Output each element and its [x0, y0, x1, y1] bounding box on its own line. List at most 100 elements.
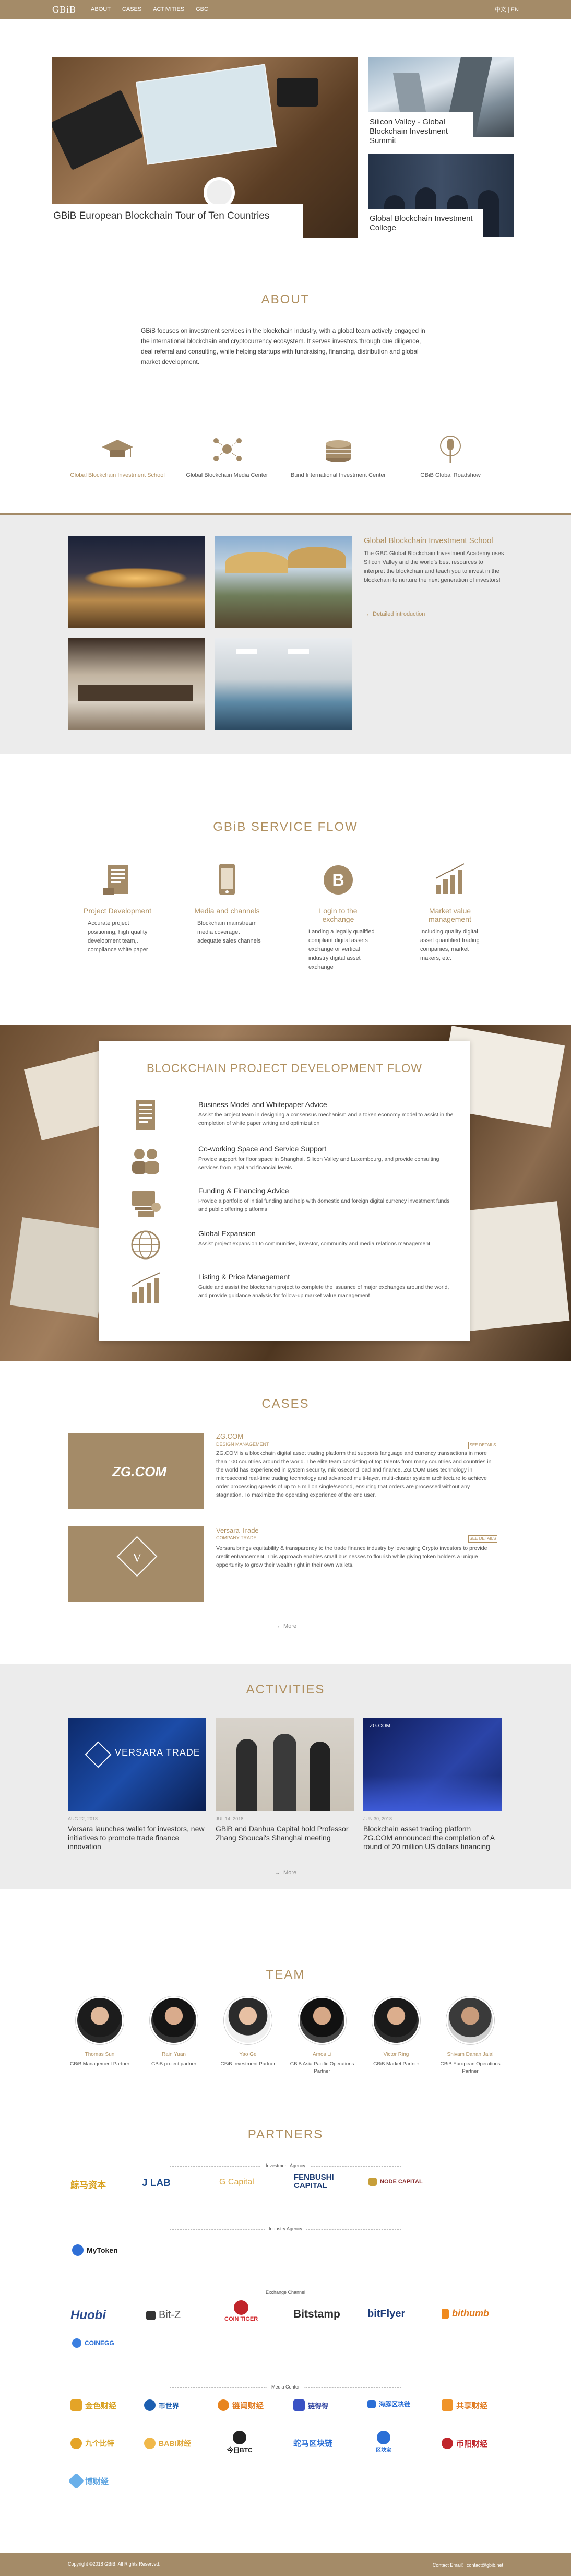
school-photo-4[interactable]	[215, 638, 352, 730]
see-details-button[interactable]: SEE DETAILS	[468, 1442, 497, 1449]
partner-logo[interactable]: 九个比特	[70, 2438, 114, 2449]
partner-logo[interactable]: MyToken	[72, 2244, 118, 2256]
partner-logo[interactable]: Huobi	[70, 2308, 106, 2323]
hero-side-caption-summit[interactable]: Silicon Valley - Global Blockchain Inves…	[368, 112, 473, 145]
partner-name: bithumb	[452, 2308, 489, 2319]
coin-tiger-logo-icon	[234, 2300, 249, 2315]
partner-logo[interactable]: 海豚区块链	[367, 2399, 410, 2408]
partner-logo[interactable]: Bitstamp	[293, 2308, 340, 2321]
partner-logo[interactable]: 博财经	[68, 2473, 109, 2489]
partner-logo[interactable]: 金色财经	[70, 2399, 116, 2411]
partner-logo[interactable]: 蛇马区块链	[293, 2438, 332, 2449]
partner-name: G Capital	[219, 2178, 254, 2186]
case-description: ZG.COM is a blockchain digital asset tra…	[216, 1450, 492, 1498]
partner-logo[interactable]: Bit-Z	[146, 2309, 181, 2321]
school-description: The GBC Global Blockchain Investment Aca…	[364, 550, 504, 583]
partner-logo[interactable]: NODE CAPITAL	[368, 2178, 423, 2186]
partner-logo[interactable]: COIN TIGER	[224, 2300, 258, 2322]
school-photo-3[interactable]	[68, 638, 205, 730]
globe-icon	[128, 1227, 163, 1263]
service-item[interactable]: Project Development Accurate project pos…	[84, 862, 188, 955]
partner-logo[interactable]: FENBUSHI CAPITAL	[294, 2173, 351, 2190]
partner-logo[interactable]: 币阳财经	[442, 2438, 487, 2449]
partner-name: Bitstamp	[293, 2308, 340, 2320]
team-member-role: GBiB Investment Partner	[220, 2061, 276, 2067]
nav-item-cases[interactable]: CASES	[122, 6, 141, 13]
case-name[interactable]: ZG.COM	[216, 1432, 243, 1440]
partner-logo[interactable]: 链得得	[293, 2399, 328, 2411]
partner-category-label: Investment Agency	[261, 2163, 310, 2168]
network-icon	[209, 433, 245, 465]
see-details-button[interactable]: SEE DETAILS	[468, 1535, 497, 1543]
service-item-title: Market value management	[429, 907, 471, 923]
partner-name: Huobi	[70, 2308, 106, 2322]
case-image-versara[interactable]: V	[68, 1526, 204, 1602]
node-logo-icon	[368, 2178, 377, 2186]
nav-item-gbc[interactable]: GBC	[196, 6, 208, 13]
nav-item-about[interactable]: ABOUT	[91, 6, 111, 13]
school-detail-link[interactable]: → Detailed introduction	[364, 611, 425, 617]
site-logo[interactable]: GBiB	[52, 4, 76, 15]
feature-roadshow[interactable]: GBiB Global Roadshow	[401, 433, 500, 478]
team-member-role: GBiB project partner	[151, 2061, 197, 2067]
top-navbar: GBiB ABOUT CASES ACTIVITIES GBC 中文 | EN	[0, 0, 571, 19]
partner-logo[interactable]: 币世界	[144, 2399, 179, 2411]
team-member-name: Amos Li	[312, 2052, 332, 2057]
feature-bund-center[interactable]: Bund International Investment Center	[289, 433, 388, 478]
team-member[interactable]: Victor Ring GBiB Market Partner	[362, 1996, 430, 2068]
partner-logo[interactable]: G Capital	[219, 2178, 254, 2187]
team-member[interactable]: Rain Yuan GBiB project partner	[140, 1996, 208, 2068]
partner-logo[interactable]: J LAB	[142, 2178, 171, 2189]
feature-investment-school[interactable]: Global Blockchain Investment School	[68, 433, 167, 478]
partner-logo[interactable]: 共享财经	[442, 2399, 487, 2411]
case-subtitle: DESIGN MANAGEMENT	[216, 1442, 269, 1447]
partner-name: 金色财经	[85, 2401, 117, 2410]
partner-logo[interactable]: bithumb	[442, 2308, 489, 2319]
partner-name: NODE CAPITAL	[380, 2179, 423, 2185]
partner-logo[interactable]: 今日BTC	[227, 2431, 253, 2454]
footer-contact-email[interactable]: Contact Email：contact@gbib.net	[433, 2561, 503, 2568]
document-icon	[128, 1098, 163, 1134]
cases-more-link[interactable]: → More	[0, 1623, 571, 1629]
partner-name: Bit-Z	[159, 2309, 181, 2321]
feature-media-center[interactable]: Global Blockchain Media Center	[177, 433, 277, 478]
case-image-zg[interactable]: ZG.COM	[68, 1433, 204, 1509]
activity-title: Blockchain asset trading platform ZG.COM…	[363, 1825, 495, 1851]
team-member[interactable]: Thomas Sun GBiB Management Partner	[66, 1996, 134, 2068]
school-photo-1[interactable]	[68, 536, 205, 628]
partner-logo[interactable]: BABI财经	[144, 2438, 191, 2449]
partner-logo[interactable]: 链闻财经	[218, 2399, 264, 2411]
activity-card[interactable]: JUL 14, 2018 GBiB and Danhua Capital hol…	[216, 1718, 354, 1842]
activities-more-link[interactable]: → More	[0, 1869, 571, 1876]
partner-name: 链闻财经	[232, 2401, 264, 2410]
partner-logo[interactable]: bitFlyer	[367, 2308, 405, 2320]
team-member-name: Yao Ge	[239, 2052, 257, 2057]
partner-logo[interactable]: COINEGG	[72, 2338, 114, 2348]
avatar	[76, 1996, 124, 2044]
partner-category: Investment Agency	[170, 2163, 401, 2169]
service-item[interactable]: Media and channels Blockchain mainstream…	[193, 862, 298, 946]
team-member[interactable]: Shivam Danan Jalal GBiB European Operati…	[436, 1996, 504, 2075]
service-item[interactable]: B Login to the exchange Landing a legall…	[304, 862, 409, 972]
activity-card[interactable]: ZG.COM JUN 30, 2018 Blockchain asset tra…	[363, 1718, 502, 1851]
hero-side-caption-college[interactable]: Global Blockchain Investment College	[368, 209, 483, 238]
hero-main-caption[interactable]: GBiB European Blockchain Tour of Ten Cou…	[52, 204, 303, 238]
partner-logo[interactable]: 鲸马资本	[70, 2178, 106, 2191]
partner-name: 今日BTC	[227, 2446, 253, 2454]
service-item-desc: Including quality digital asset quantifi…	[420, 928, 480, 961]
coins-icon	[320, 433, 356, 465]
partner-logo[interactable]: 区块宝	[376, 2431, 391, 2453]
devflow-step-desc: Guide and assist the blockchain project …	[198, 1284, 449, 1299]
partner-name: 九个比特	[85, 2439, 114, 2448]
partner-name: bitFlyer	[367, 2308, 406, 2320]
service-item[interactable]: Market value management Including qualit…	[416, 862, 520, 963]
language-switch[interactable]: 中文 | EN	[495, 5, 519, 14]
activity-card[interactable]: VERSARA TRADE AUG 22, 2018 Versara launc…	[68, 1718, 206, 1851]
case-name[interactable]: Versara Trade	[216, 1526, 259, 1534]
team-member[interactable]: Yao Ge GBiB Investment Partner	[214, 1996, 282, 2068]
media-logo-icon	[442, 2438, 453, 2449]
feature-label: GBiB Global Roadshow	[420, 472, 481, 478]
nav-item-activities[interactable]: ACTIVITIES	[153, 6, 184, 13]
school-photo-2[interactable]	[215, 536, 352, 628]
team-member[interactable]: Amos Li GBiB Asia Pacific Operations Par…	[288, 1996, 356, 2075]
